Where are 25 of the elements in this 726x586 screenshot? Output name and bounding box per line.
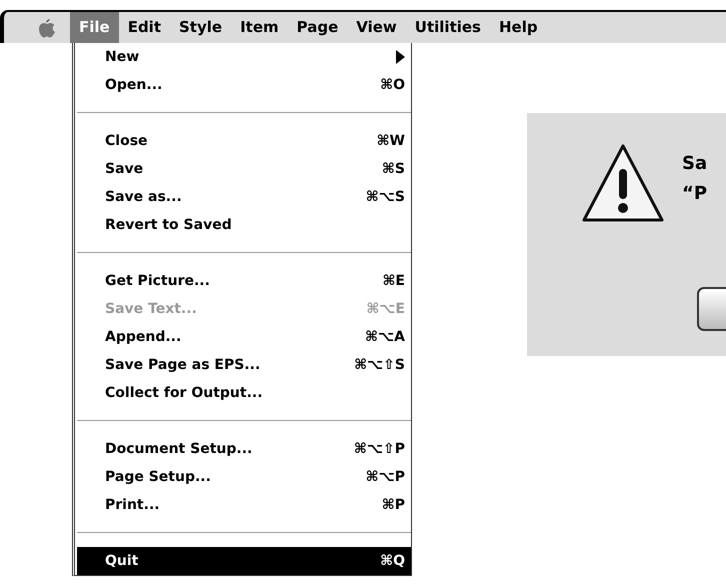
menu-title[interactable]: Edit (118, 12, 170, 43)
menu-item[interactable]: Page Setup... ⌘⌥P (77, 463, 411, 491)
menu-item[interactable]: Open... ⌘O (77, 71, 411, 99)
menu-item[interactable]: Save ⌘S (77, 155, 411, 183)
menu-item[interactable]: New (77, 43, 411, 71)
alert-message: “P (682, 182, 708, 206)
alert-message: Sa (682, 152, 708, 176)
menu-title[interactable]: Utilities (406, 12, 490, 43)
menu-item[interactable]: Collect for Output... (77, 379, 411, 407)
menu-item[interactable]: Print... ⌘P (77, 491, 411, 519)
menu-item[interactable]: Document Setup... ⌘⌥⇧P (77, 435, 411, 463)
menu-title[interactable]: Style (170, 12, 232, 43)
menu-item[interactable]: Append... ⌘⌥A (77, 323, 411, 351)
menu-item[interactable]: Get Picture... ⌘E (77, 267, 411, 295)
menu-item[interactable]: Quit ⌘Q (77, 547, 411, 575)
menu-item[interactable]: Revert to Saved (77, 211, 411, 239)
menu-title[interactable]: Item (231, 12, 288, 43)
menu-title[interactable]: View (347, 12, 406, 43)
apple-icon[interactable] (38, 18, 56, 38)
menu-item[interactable]: Save Page as EPS... ⌘⌥⇧S (77, 351, 411, 379)
menu-title[interactable]: Help (490, 12, 547, 43)
menu-item[interactable]: Close ⌘W (77, 127, 411, 155)
menu-item[interactable]: Save as... ⌘⌥S (77, 183, 411, 211)
menu-title[interactable]: Page (288, 12, 348, 43)
menu-title[interactable]: File (70, 12, 119, 43)
